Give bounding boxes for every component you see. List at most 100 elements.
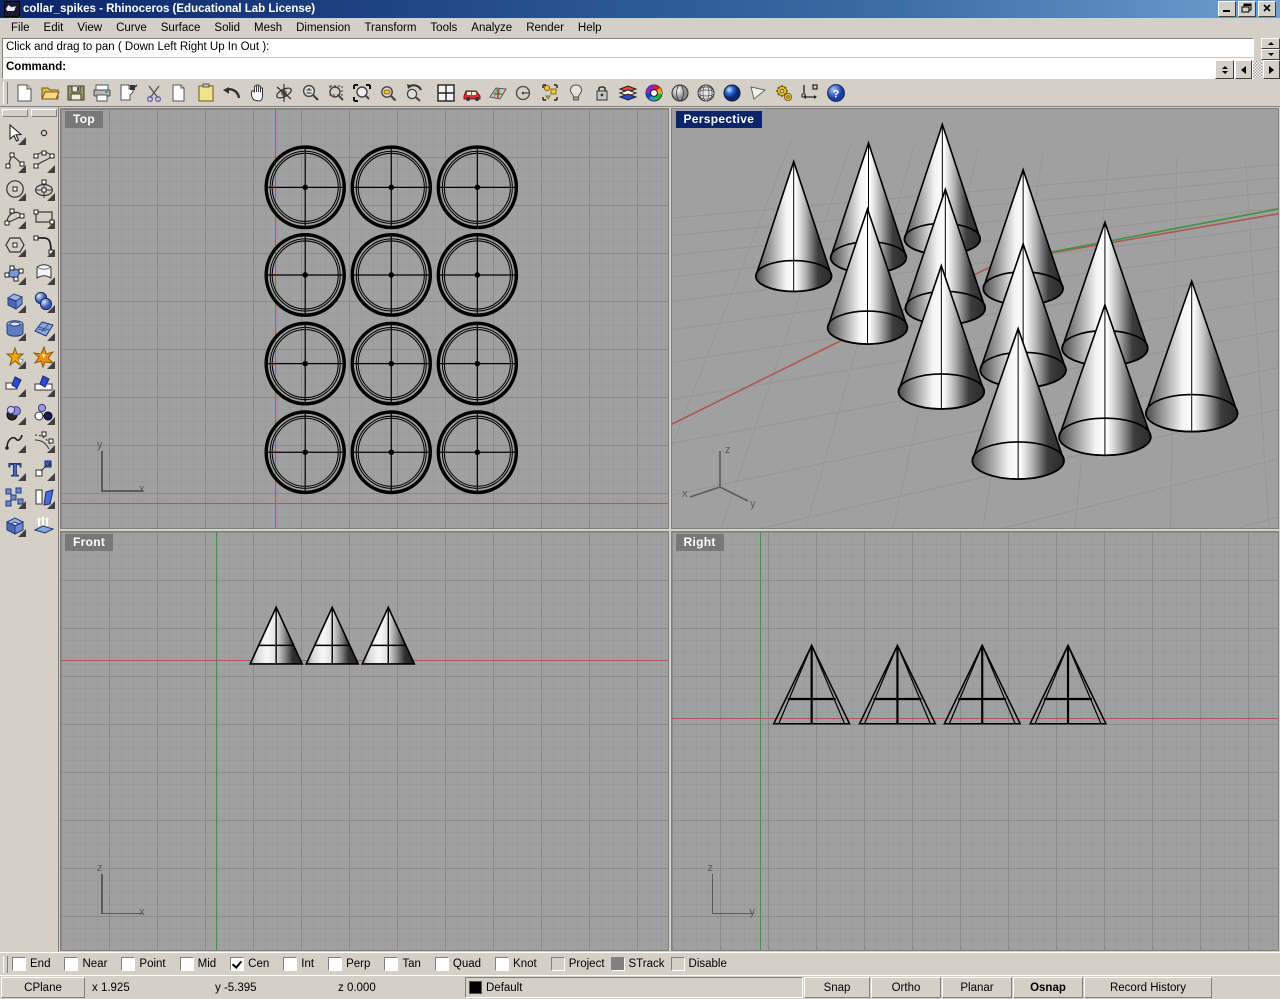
shaded-sphere-icon[interactable] (667, 81, 692, 105)
osnap-disable-checkbox[interactable] (670, 957, 685, 971)
menu-solid[interactable]: Solid (207, 20, 247, 36)
rectangle-icon[interactable] (30, 203, 57, 231)
arc-icon[interactable] (1, 203, 28, 231)
osnap-int[interactable]: Int (283, 957, 314, 971)
osnap-strack[interactable]: STrack (610, 957, 665, 971)
viewport-front[interactable]: z x Front (60, 530, 669, 951)
grid-surface-icon[interactable] (485, 81, 510, 105)
light-bulb-icon[interactable] (563, 81, 588, 105)
viewport-right[interactable]: z y Right (670, 530, 1279, 951)
cap-icon[interactable] (1, 511, 28, 539)
menu-mesh[interactable]: Mesh (247, 20, 289, 36)
rotate-view-icon[interactable] (271, 81, 296, 105)
polyline-icon[interactable] (1, 147, 28, 175)
viewport-perspective[interactable]: z x y Perspective (670, 108, 1279, 529)
close-button[interactable] (1258, 1, 1276, 17)
status-ortho-button[interactable]: Ortho (871, 977, 941, 998)
command-next-button[interactable] (1263, 60, 1280, 79)
status-record-history-button[interactable]: Record History (1084, 977, 1212, 998)
circle-icon[interactable] (1, 175, 28, 203)
command-spinner[interactable] (1215, 60, 1234, 79)
osnap-mid-checkbox[interactable] (179, 957, 194, 971)
osnap-point[interactable]: Point (121, 957, 166, 971)
osnap-disable[interactable]: Disable (670, 957, 727, 971)
menu-help[interactable]: Help (571, 20, 609, 36)
new-file-icon[interactable] (11, 81, 36, 105)
surface-icon[interactable] (30, 259, 57, 287)
command-input[interactable]: Command: (3, 58, 1253, 77)
menu-analyze[interactable]: Analyze (464, 20, 519, 36)
zoom-in-out-icon[interactable] (297, 81, 322, 105)
booleans-icon[interactable] (30, 399, 57, 427)
extrude-icon[interactable] (30, 511, 57, 539)
cut-scissors-icon[interactable] (141, 81, 166, 105)
menu-tools[interactable]: Tools (423, 20, 464, 36)
osnap-toolbar-grip[interactable] (3, 955, 8, 973)
lock-icon[interactable] (589, 81, 614, 105)
options-gears-icon[interactable] (771, 81, 796, 105)
copy-icon[interactable] (167, 81, 192, 105)
osnap-tan-checkbox[interactable] (384, 957, 399, 971)
toolbar-grip[interactable] (3, 81, 8, 104)
menu-transform[interactable]: Transform (357, 20, 423, 36)
corner-curve-icon[interactable] (30, 231, 57, 259)
viewport-layout-icon[interactable] (433, 81, 458, 105)
wireframe-sphere-icon[interactable] (693, 81, 718, 105)
osnap-near[interactable]: Near (64, 957, 107, 971)
ellipse-icon[interactable] (30, 175, 57, 203)
explode-icon[interactable] (30, 343, 57, 371)
color-wheel-icon[interactable] (641, 81, 666, 105)
menu-view[interactable]: View (70, 20, 109, 36)
osnap-knot[interactable]: Knot (495, 957, 537, 971)
status-cplane[interactable]: CPlane (1, 977, 85, 998)
control-points-icon[interactable] (1, 259, 28, 287)
osnap-quad[interactable]: Quad (434, 957, 481, 971)
menu-dimension[interactable]: Dimension (289, 20, 357, 36)
paste-icon[interactable] (193, 81, 218, 105)
viewport-perspective-label[interactable]: Perspective (675, 111, 763, 128)
menu-curve[interactable]: Curve (109, 20, 154, 36)
save-file-icon[interactable] (63, 81, 88, 105)
surface-grid-icon[interactable] (30, 315, 57, 343)
menu-file[interactable]: File (4, 20, 37, 36)
help-icon[interactable]: ? (823, 81, 848, 105)
side-toolbar-right-handle[interactable] (30, 109, 57, 117)
status-snap-button[interactable]: Snap (804, 977, 870, 998)
osnap-tan[interactable]: Tan (384, 957, 421, 971)
minimize-button[interactable] (1218, 1, 1236, 17)
viewport-front-label[interactable]: Front (65, 533, 114, 551)
open-file-icon[interactable] (37, 81, 62, 105)
trim-icon[interactable] (30, 371, 57, 399)
status-layer[interactable]: Default (465, 977, 803, 998)
select-objects-icon[interactable] (537, 81, 562, 105)
undo-view-change-icon[interactable] (401, 81, 426, 105)
osnap-perp[interactable]: Perp (328, 957, 370, 971)
cylinder-icon[interactable] (1, 315, 28, 343)
osnap-point-checkbox[interactable] (121, 957, 136, 971)
osnap-cen-checkbox[interactable] (230, 957, 245, 971)
boolean-union-icon[interactable] (1, 399, 28, 427)
mirror-icon[interactable] (30, 483, 57, 511)
split-icon[interactable] (1, 371, 28, 399)
render-preview-car-icon[interactable] (459, 81, 484, 105)
spotlight-icon[interactable] (745, 81, 770, 105)
array-icon[interactable] (1, 483, 28, 511)
osnap-end[interactable]: End (12, 957, 50, 971)
osnap-near-checkbox[interactable] (64, 957, 79, 971)
status-planar-button[interactable]: Planar (942, 977, 1012, 998)
copy-to-clipboard-icon[interactable] (115, 81, 140, 105)
osnap-perp-checkbox[interactable] (328, 957, 343, 971)
zoom-extents-icon[interactable] (349, 81, 374, 105)
command-history-scroll-down[interactable] (1261, 49, 1280, 60)
pan-hand-icon[interactable] (245, 81, 270, 105)
offset-curve-icon[interactable] (30, 427, 57, 455)
restore-button[interactable] (1238, 1, 1256, 17)
boolean-icon[interactable] (1, 343, 28, 371)
command-prev-button[interactable] (1235, 60, 1252, 79)
viewport-top-label[interactable]: Top (65, 111, 103, 128)
menu-surface[interactable]: Surface (154, 20, 208, 36)
osnap-quad-checkbox[interactable] (434, 957, 449, 971)
dimension-icon[interactable] (797, 81, 822, 105)
side-toolbar-left-handle[interactable] (1, 109, 28, 117)
osnap-cen[interactable]: Cen (230, 957, 269, 971)
